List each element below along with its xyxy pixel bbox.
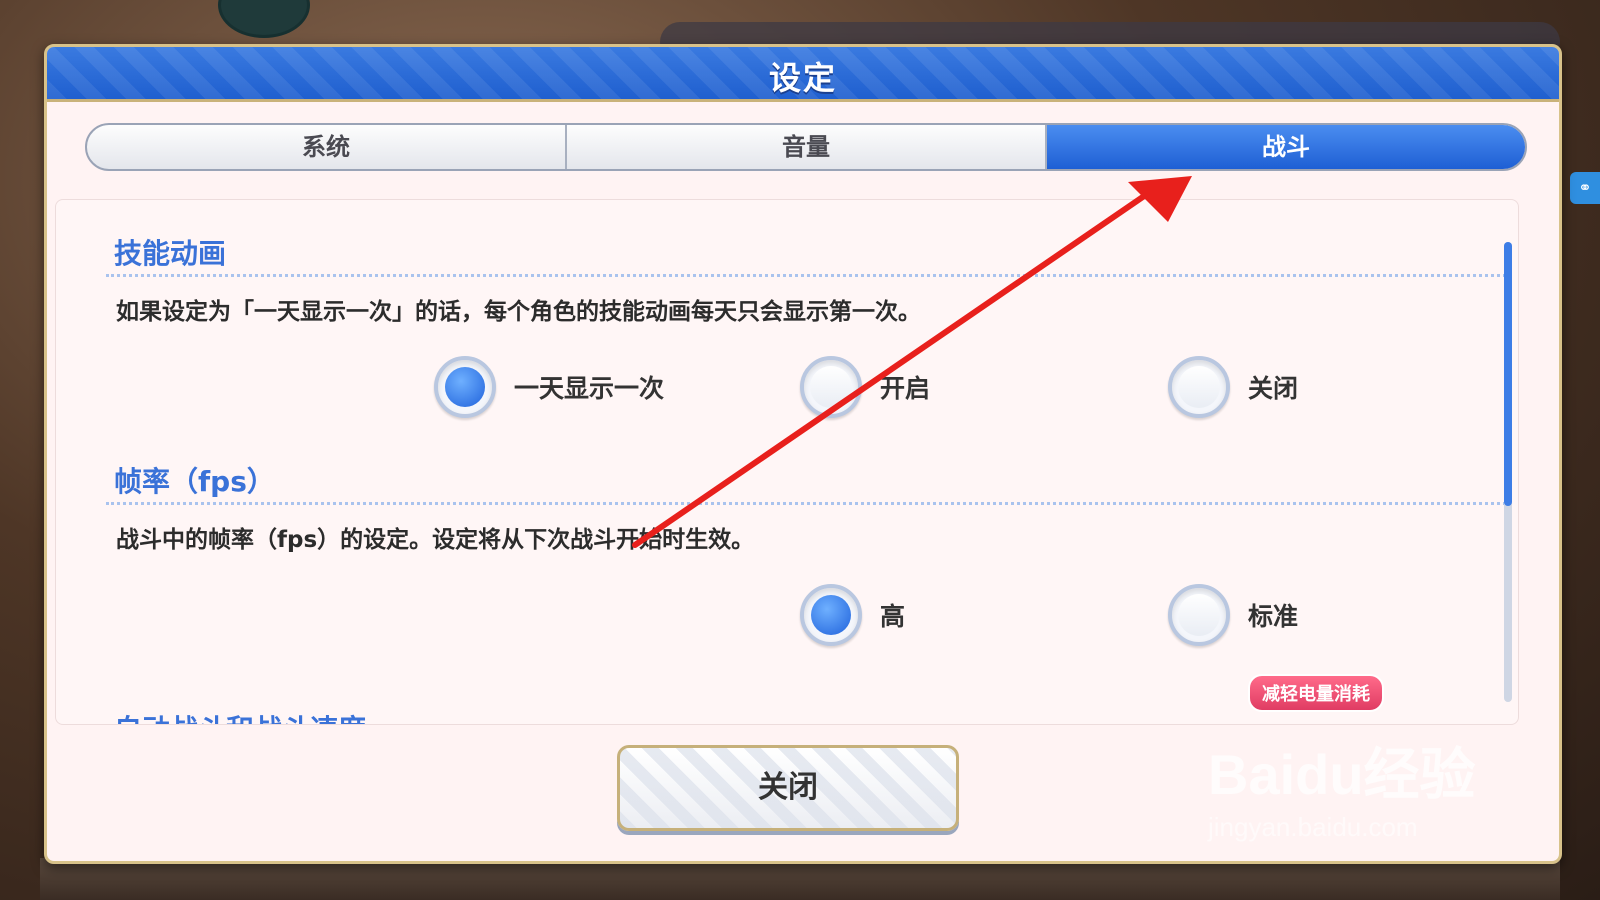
annotation-arrow-shaft xyxy=(632,189,1153,548)
annotation-arrow xyxy=(632,176,1192,548)
